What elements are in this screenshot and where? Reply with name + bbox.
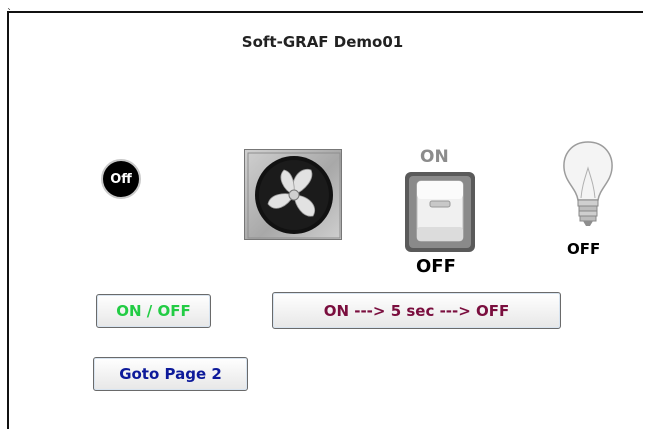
switch-on-label: ON — [420, 147, 449, 167]
switch-off-label: OFF — [416, 256, 456, 277]
bulb-status-label: OFF — [567, 240, 601, 258]
page-title: Soft-GRAF Demo01 — [241, 33, 404, 51]
corner-mark: ` — [7, 8, 12, 19]
timer-button[interactable]: ON ---> 5 sec ---> OFF — [272, 292, 561, 329]
goto-page-2-button[interactable]: Goto Page 2 — [93, 357, 248, 391]
fan-icon — [244, 149, 342, 240]
light-bulb-icon — [558, 138, 618, 238]
on-off-button[interactable]: ON / OFF — [96, 294, 211, 328]
status-indicator: Off — [101, 159, 141, 199]
status-indicator-label: Off — [110, 171, 132, 187]
toggle-switch-icon[interactable] — [404, 171, 476, 253]
